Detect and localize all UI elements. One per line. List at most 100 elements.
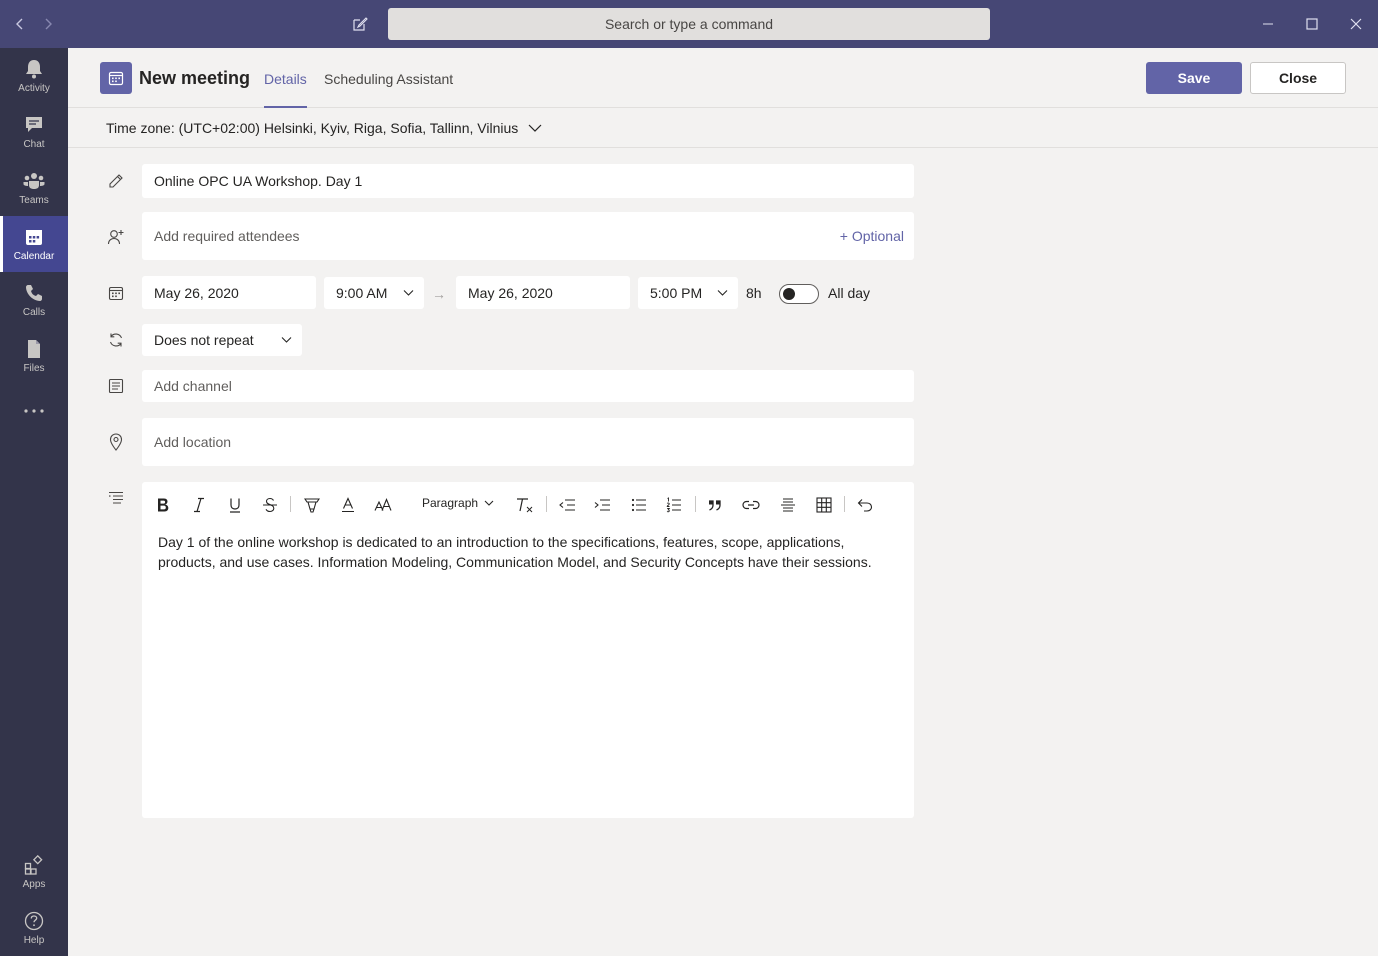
bulleted-list-button[interactable] [628, 494, 650, 516]
quote-button[interactable] [704, 494, 726, 516]
tab-details[interactable]: Details [264, 71, 307, 108]
close-button[interactable]: Close [1250, 62, 1346, 94]
close-window-button[interactable] [1336, 8, 1376, 40]
search-placeholder: Search or type a command [604, 16, 774, 32]
description-body[interactable]: Day 1 of the online workshop is dedicate… [158, 532, 898, 572]
calendar-icon [23, 226, 45, 248]
insert-table-button[interactable] [813, 494, 835, 516]
rail-item-label: Activity [18, 82, 50, 94]
forward-button[interactable] [32, 8, 64, 40]
clear-formatting-icon [517, 498, 533, 513]
toolbar-divider [844, 496, 845, 512]
chevron-down-icon [528, 124, 542, 132]
end-time-value: 5:00 PM [650, 285, 703, 301]
title-bar: Search or type a command [0, 0, 1378, 48]
rail-item-label: Chat [23, 138, 45, 150]
highlight-button[interactable] [301, 494, 323, 516]
channel-placeholder: Add channel [154, 378, 232, 394]
apps-icon [23, 854, 45, 876]
channel-input[interactable]: Add channel [142, 370, 914, 402]
pencil-icon [106, 171, 126, 191]
increase-indent-button[interactable] [591, 494, 613, 516]
optional-attendees-link[interactable]: + Optional [840, 228, 904, 244]
italic-icon [194, 497, 204, 513]
bulleted-list-icon [631, 498, 646, 512]
rail-item-help[interactable]: Help [0, 900, 68, 956]
toolbar-divider [546, 496, 547, 512]
underline-icon [230, 498, 240, 513]
attendees-input[interactable]: Add required attendees + Optional [142, 212, 914, 260]
chevron-down-icon [403, 290, 414, 297]
rail-item-apps[interactable]: Apps [0, 844, 68, 900]
description-editor[interactable]: Paragraph Day 1 of the online workshop i… [142, 482, 914, 818]
repeat-dropdown[interactable]: Does not repeat [142, 324, 302, 356]
chevron-down-icon [717, 290, 728, 297]
undo-button[interactable] [854, 494, 876, 516]
decrease-indent-button[interactable] [556, 494, 578, 516]
italic-button[interactable] [188, 494, 210, 516]
chat-icon [23, 114, 45, 136]
search-input[interactable]: Search or type a command [388, 8, 990, 40]
all-day-label: All day [828, 285, 871, 301]
location-input[interactable]: Add location [142, 418, 914, 466]
calendar-small-icon [106, 283, 126, 303]
repeat-value: Does not repeat [154, 332, 254, 348]
chevron-right-icon [45, 18, 52, 30]
font-size-button[interactable] [372, 494, 394, 516]
all-day-toggle[interactable] [779, 284, 819, 304]
minimize-icon [1263, 23, 1273, 25]
horizontal-rule-button[interactable] [777, 494, 799, 516]
rail-item-more[interactable] [0, 384, 68, 440]
underline-button[interactable] [224, 494, 246, 516]
page-title: New meeting [139, 68, 251, 88]
rail-item-chat[interactable]: Chat [0, 104, 68, 160]
start-time-dropdown[interactable]: 9:00 AM [324, 277, 424, 309]
strikethrough-button[interactable] [259, 494, 281, 516]
numbered-list-button[interactable] [663, 494, 685, 516]
start-date-value: May 26, 2020 [154, 284, 239, 301]
phone-icon [23, 282, 45, 304]
start-date-picker[interactable]: May 26, 2020 [142, 276, 316, 309]
font-color-button[interactable] [337, 494, 359, 516]
app-rail: Activity Chat Teams Calendar Calls Files [0, 48, 68, 956]
quote-icon [709, 500, 721, 511]
rail-item-files[interactable]: Files [0, 328, 68, 384]
undo-icon [857, 499, 873, 512]
insert-link-button[interactable] [740, 494, 762, 516]
rail-item-activity[interactable]: Activity [0, 48, 68, 104]
timezone-dropdown[interactable]: Time zone: (UTC+02:00) Helsinki, Kyiv, R… [106, 120, 542, 136]
rail-item-label: Calls [22, 306, 46, 318]
timezone-bar: Time zone: (UTC+02:00) Helsinki, Kyiv, R… [68, 108, 1378, 148]
minimize-button[interactable] [1248, 8, 1288, 40]
bold-icon [158, 498, 169, 512]
maximize-button[interactable] [1292, 8, 1332, 40]
rail-item-teams[interactable]: Teams [0, 160, 68, 216]
location-placeholder: Add location [154, 434, 232, 450]
compose-button[interactable] [344, 8, 376, 40]
meeting-title-field[interactable]: Online OPC UA Workshop. Day 1 [142, 164, 914, 198]
meeting-icon [100, 62, 132, 94]
chevron-left-icon [16, 18, 23, 30]
duration-label: 8h [746, 285, 762, 301]
bold-button[interactable] [152, 494, 174, 516]
repeat-icon [106, 330, 126, 350]
tab-scheduling-assistant[interactable]: Scheduling Assistant [324, 71, 453, 108]
link-icon [742, 500, 760, 510]
teams-icon [23, 170, 45, 192]
rail-item-calls[interactable]: Calls [0, 272, 68, 328]
save-button[interactable]: Save [1146, 62, 1242, 94]
numbered-list-icon [666, 497, 681, 513]
chevron-down-icon [484, 500, 494, 506]
toolbar-divider [695, 496, 696, 512]
horizontal-rule-icon [781, 498, 795, 512]
end-date-picker[interactable]: May 26, 2020 [456, 276, 630, 309]
paragraph-style-dropdown[interactable]: Paragraph [422, 496, 494, 510]
attendees-placeholder: Add required attendees [154, 228, 300, 244]
clear-formatting-button[interactable] [514, 494, 536, 516]
rail-item-label: Files [23, 362, 45, 374]
rail-item-calendar[interactable]: Calendar [0, 216, 68, 272]
font-color-icon [342, 497, 354, 513]
end-time-dropdown[interactable]: 5:00 PM [638, 277, 738, 309]
toggle-knob [783, 288, 795, 300]
decrease-indent-icon [559, 499, 575, 511]
